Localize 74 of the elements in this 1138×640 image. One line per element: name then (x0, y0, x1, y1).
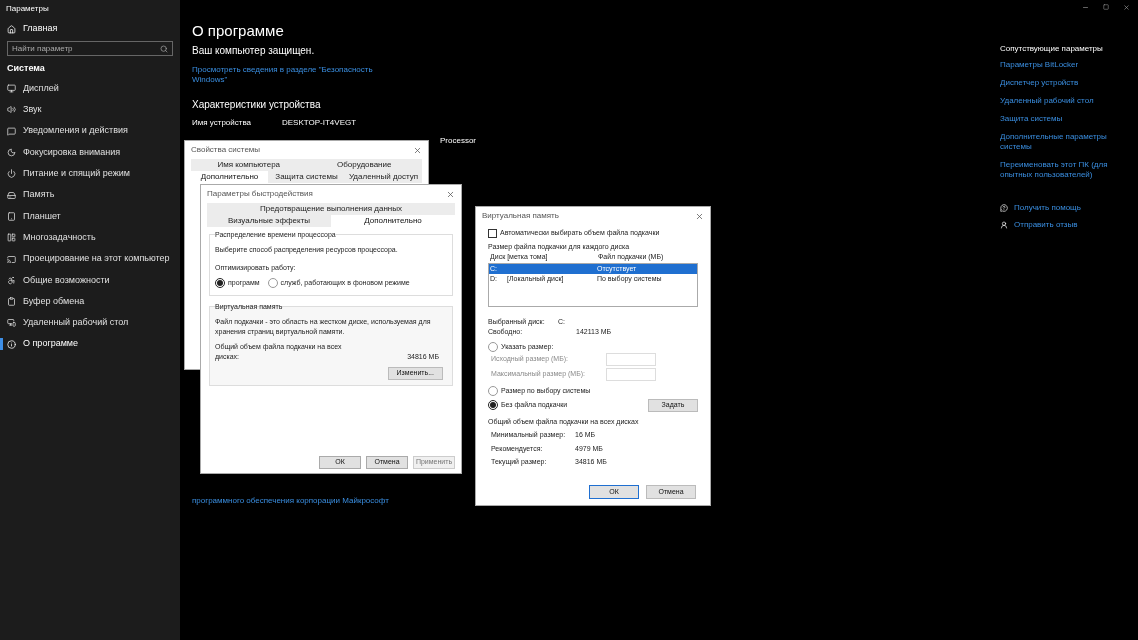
item-icon (7, 148, 16, 158)
spec-label: Имя устройства (192, 117, 253, 129)
tab[interactable]: Удаленный доступ (345, 171, 422, 183)
checkbox[interactable] (488, 228, 497, 238)
item-icon (7, 297, 16, 307)
sidebar-item[interactable]: Многозадачность (3, 230, 96, 245)
sidebar-item[interactable]: Проецирование на этот компьютер (3, 252, 170, 266)
sidebar-item[interactable]: Удаленный рабочий стол (3, 316, 129, 330)
security-link[interactable]: Просмотреть сведения в разделе "Безопасность Windows" (192, 65, 382, 85)
sidebar-item[interactable]: О программе (3, 337, 79, 351)
tab[interactable]: Визуальные эффекты (207, 215, 331, 227)
search-field[interactable]: Найти параметр (7, 41, 173, 56)
spec-value: DESKTOP-IT4VEGT (282, 117, 357, 129)
related-link[interactable]: Удаленный рабочий стол (1000, 96, 1135, 106)
sidebar-item[interactable]: Фокусировка внимания (3, 145, 121, 160)
item-icon (7, 190, 16, 200)
app-title: Параметры (5, 3, 50, 15)
radio-button[interactable] (267, 277, 278, 288)
sidebar-item[interactable]: Буфер обмена (3, 294, 85, 309)
sidebar-item[interactable]: Планшет (3, 209, 61, 224)
tab[interactable]: Оборудование (306, 159, 422, 171)
radio-button[interactable] (215, 277, 225, 288)
radio-button[interactable] (488, 341, 498, 352)
help-link[interactable]: Получить помощь (1000, 202, 1135, 214)
item-icon (7, 105, 16, 115)
sidebar-item[interactable]: Питание и спящий режим (3, 167, 130, 181)
person-icon (1000, 221, 1008, 229)
sidebar-item[interactable]: Дисплей (3, 81, 59, 96)
sidebar-item[interactable]: Память (3, 188, 55, 202)
input-field[interactable] (606, 368, 656, 381)
help-icon (1000, 204, 1008, 212)
minimize-icon[interactable] (1082, 4, 1089, 11)
related-title: Сопутствующие параметры (1000, 43, 1104, 55)
dialog-title: Параметры быстродействия (207, 188, 313, 200)
item-icon (7, 126, 16, 136)
related-link[interactable]: Диспетчер устройств (1000, 78, 1135, 88)
section-heading: Характеристики устройства (192, 98, 322, 112)
search-icon (160, 44, 168, 53)
sidebar-item[interactable]: Уведомления и действия (3, 124, 128, 138)
tab[interactable]: Защита системы (268, 171, 345, 183)
radio-button[interactable] (488, 386, 498, 397)
item-icon (7, 275, 16, 285)
home-link[interactable]: Главная (0, 22, 180, 36)
item-icon (7, 84, 16, 94)
related-link[interactable]: Дополнительные параметры системы (1000, 132, 1135, 152)
dialog-title: Виртуальная память (482, 210, 559, 222)
security-status: Ваш компьютер защищен. (192, 44, 316, 58)
maximize-icon[interactable] (1103, 4, 1109, 10)
help-link[interactable]: Отправить отзыв (1000, 219, 1135, 231)
input-field[interactable] (606, 353, 656, 366)
close-icon[interactable] (695, 211, 704, 221)
item-icon (7, 169, 16, 179)
search-input[interactable]: Найти параметр (12, 42, 132, 55)
related-link[interactable]: Защита системы (1000, 114, 1135, 124)
related-link[interactable]: Параметры BitLocker (1000, 60, 1135, 70)
radio-button[interactable] (488, 400, 498, 410)
item-icon (7, 211, 16, 221)
close-icon[interactable] (446, 189, 455, 199)
home-icon (7, 24, 16, 34)
close-icon[interactable] (413, 145, 422, 155)
related-link[interactable]: Переименовать этот ПК (для опытных пользователей) (1000, 160, 1135, 180)
sidebar-item[interactable]: Звук (3, 103, 42, 117)
item-icon (7, 339, 16, 349)
item-icon (7, 254, 16, 264)
section-title: Система (6, 62, 46, 75)
tab[interactable]: Имя компьютера (191, 159, 307, 171)
tab[interactable]: Предотвращение выполнения данных (207, 203, 455, 215)
page-title: О программе (192, 22, 285, 40)
dialog-title: Свойства системы (191, 144, 261, 156)
close-icon[interactable] (1123, 4, 1130, 11)
spec-value: Processor (440, 135, 477, 147)
sidebar-item[interactable]: Общие возможности (3, 273, 110, 288)
item-icon (7, 233, 16, 243)
item-icon (7, 318, 16, 328)
